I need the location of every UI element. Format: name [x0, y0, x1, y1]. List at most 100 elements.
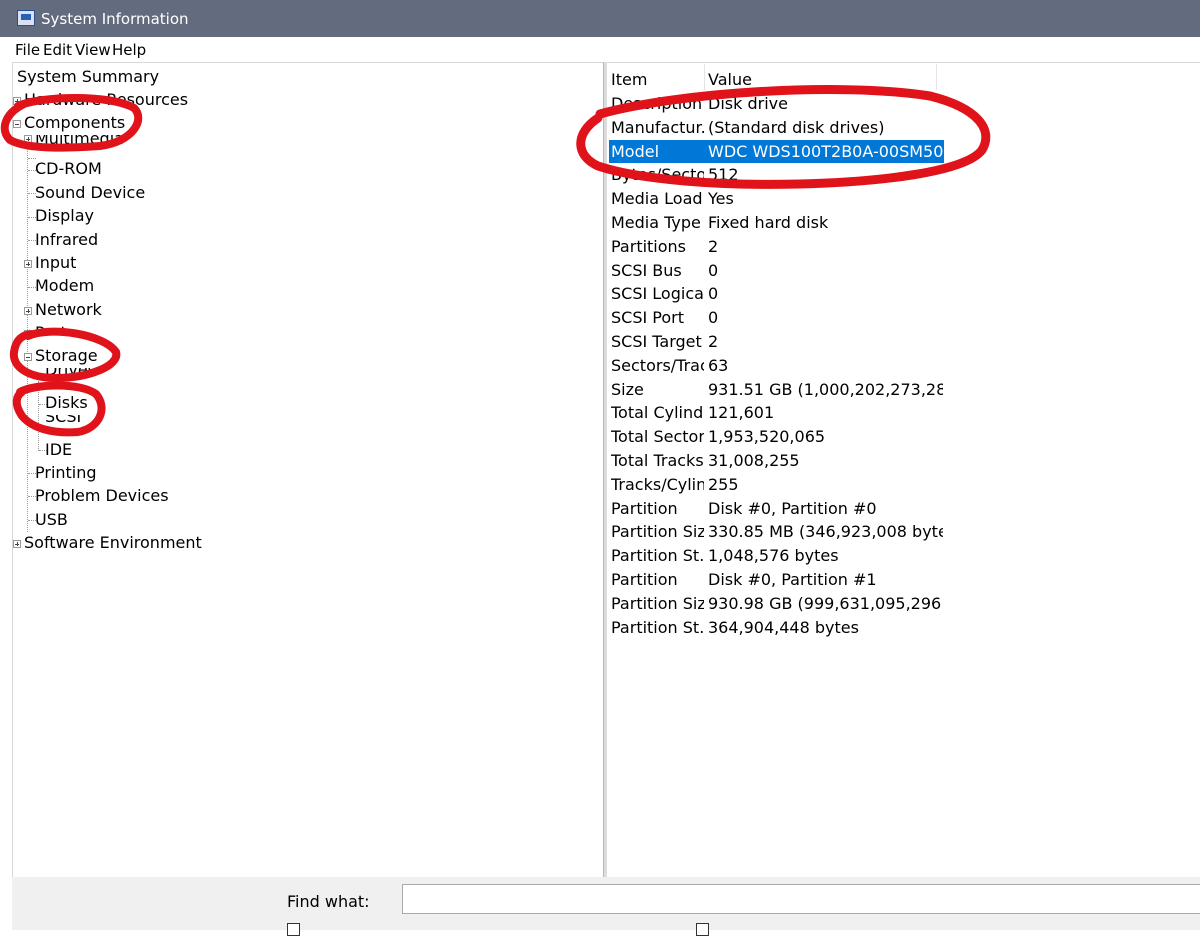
tree-item-label: CD-ROM — [35, 159, 102, 178]
tree-item-label: Input — [35, 253, 77, 272]
detail-value: 0 — [708, 308, 719, 328]
detail-item: Media Type — [611, 213, 701, 232]
detail-row[interactable]: Partition Size930.98 GB (999,631,095,296… — [609, 592, 944, 615]
detail-row[interactable]: SCSI Logica...0 — [609, 282, 944, 305]
tree-item-problem-devices[interactable]: Problem Devices — [34, 485, 170, 507]
detail-row[interactable]: Media Type Fixed hard disk — [609, 211, 944, 234]
detail-row[interactable]: Model WDC WDS100T2B0A-00SM50 — [609, 139, 944, 163]
menu-help[interactable]: Help — [112, 41, 146, 59]
tree-item-hardware-resources[interactable]: Hardware Resources — [13, 89, 189, 111]
tree-item-label: SCSI — [44, 415, 82, 424]
tree-item-network[interactable]: Network — [24, 299, 103, 321]
tree-item-label: System Summary — [17, 67, 160, 86]
tree-item-label: Hardware Resources — [24, 90, 189, 109]
detail-value: 930.98 GB (999,631,095,296 b... — [708, 593, 943, 613]
tree-item-ports[interactable]: Ports — [24, 322, 76, 334]
detail-row[interactable]: Partition St...364,904,448 bytes — [609, 616, 944, 639]
detail-value: Disk drive — [708, 94, 788, 113]
tree-item-label: Components — [24, 113, 126, 132]
expand-icon[interactable] — [13, 96, 21, 105]
expand-icon[interactable] — [24, 259, 32, 268]
expand-icon[interactable] — [24, 306, 32, 315]
tree-item-multimedia[interactable]: Multimedia — [24, 135, 125, 144]
tree-item-software-environment[interactable]: Software Environment — [13, 532, 203, 554]
detail-row[interactable]: Total Sectors 1,953,520,065 — [609, 425, 944, 448]
tree-item-modem[interactable]: Modem — [34, 275, 95, 297]
detail-row[interactable]: Partition Size330.85 MB (346,923,008 byt… — [609, 520, 944, 543]
tree-item-cd-rom[interactable]: CD-ROM — [34, 158, 103, 180]
expand-icon[interactable] — [13, 539, 21, 548]
tree-item-usb[interactable]: USB — [34, 509, 69, 531]
tree-item-system-summary[interactable]: System Summary — [16, 66, 160, 88]
detail-row[interactable]: Total Tracks 31,008,255 — [609, 449, 944, 472]
menu-file[interactable]: File — [15, 41, 40, 59]
expand-icon[interactable] — [24, 135, 32, 143]
tree-item-components[interactable]: Components — [13, 112, 126, 134]
tree-item-infrared[interactable]: Infrared — [34, 229, 99, 251]
detail-value: 121,601 — [708, 403, 775, 423]
tree-item-input[interactable]: Input — [24, 252, 77, 274]
detail-item: Partition St... — [611, 546, 704, 566]
find-what-input[interactable] — [402, 884, 1200, 914]
detail-item: Media Load... — [611, 189, 704, 209]
tree-item-label: USB — [35, 510, 68, 529]
detail-row[interactable]: Size 931.51 GB (1,000,202,273,280 ... — [609, 378, 944, 401]
tree-item-disks[interactable]: Disks — [44, 392, 89, 414]
detail-row[interactable]: Manufactur...(Standard disk drives) — [609, 116, 944, 139]
tree-item-label: Problem Devices — [35, 486, 169, 505]
tree-item-display[interactable]: Display — [34, 205, 95, 227]
tree-item-ide[interactable]: IDE — [44, 439, 73, 461]
detail-row[interactable]: Partition Disk #0, Partition #0 — [609, 497, 944, 520]
detail-row[interactable]: Partitions 2 — [609, 235, 944, 258]
detail-value: 330.85 MB (346,923,008 bytes) — [708, 522, 943, 542]
detail-item: SCSI Logica... — [611, 284, 704, 304]
detail-item: Total Cylind... — [611, 403, 704, 423]
tree-item-label: Printing — [35, 463, 97, 482]
find-what-label: Find what: — [287, 892, 370, 911]
collapse-icon[interactable] — [24, 352, 32, 361]
detail-item: Description — [611, 94, 703, 113]
tree-item-sound-device[interactable]: Sound Device — [34, 182, 146, 204]
column-header-value[interactable]: Value — [708, 69, 752, 91]
tree-item-scsi[interactable]: SCSI — [44, 415, 82, 424]
column-header-item[interactable]: Item — [611, 69, 647, 91]
detail-item: Manufactur... — [611, 117, 704, 137]
tree-item-label: IDE — [45, 440, 73, 459]
detail-value: 0 — [708, 284, 719, 304]
detail-row[interactable]: SCSI Bus 0 — [609, 259, 944, 282]
detail-row[interactable]: Sectors/Track63 — [609, 354, 944, 377]
expand-icon[interactable] — [24, 329, 32, 334]
detail-value: 2 — [708, 236, 719, 256]
tree-item-drives[interactable]: Drives — [44, 368, 97, 377]
details-list[interactable]: Item Value Description Disk drive Manufact… — [607, 62, 1200, 877]
detail-row[interactable]: Partition Disk #0, Partition #1 — [609, 568, 944, 591]
detail-row[interactable]: Total Cylind...121,601 — [609, 401, 944, 424]
menu-edit[interactable]: Edit — [43, 41, 72, 59]
detail-value: 512 — [708, 165, 739, 185]
detail-value: 931.51 GB (1,000,202,273,280 ... — [708, 379, 943, 399]
tree-item-printing[interactable]: Printing — [34, 462, 98, 484]
detail-row[interactable]: Media Load...Yes — [609, 187, 944, 210]
detail-item: Partition Size — [611, 522, 704, 542]
detail-item: Partition Size — [611, 593, 704, 613]
tree-item-label: Drives — [44, 368, 97, 377]
collapse-icon[interactable] — [13, 119, 21, 128]
detail-value: WDC WDS100T2B0A-00SM50 — [708, 141, 943, 161]
tree-item-label: Multimedia — [34, 135, 125, 144]
detail-row[interactable]: Description Disk drive — [609, 92, 944, 115]
category-tree[interactable]: System Summary Hardware Resources Compon… — [12, 62, 603, 877]
menu-view[interactable]: View — [75, 41, 111, 59]
window-title: System Information — [41, 10, 189, 28]
detail-item: Bytes/Sector — [611, 165, 704, 185]
detail-row[interactable]: Tracks/Cylin...255 — [609, 473, 944, 496]
tree-item-label: Network — [35, 300, 102, 319]
detail-value: Disk #0, Partition #0 — [708, 498, 877, 518]
tree-item-storage[interactable]: Storage — [24, 345, 99, 367]
detail-row[interactable]: SCSI Target ...2 — [609, 330, 944, 353]
tree-item-label: Modem — [35, 276, 95, 295]
detail-row[interactable]: Partition St...1,048,576 bytes — [609, 544, 944, 567]
column-divider[interactable] — [936, 64, 937, 90]
detail-row[interactable]: Bytes/Sector 512 — [609, 163, 944, 186]
detail-row[interactable]: SCSI Port 0 — [609, 306, 944, 329]
column-divider[interactable] — [704, 64, 705, 90]
